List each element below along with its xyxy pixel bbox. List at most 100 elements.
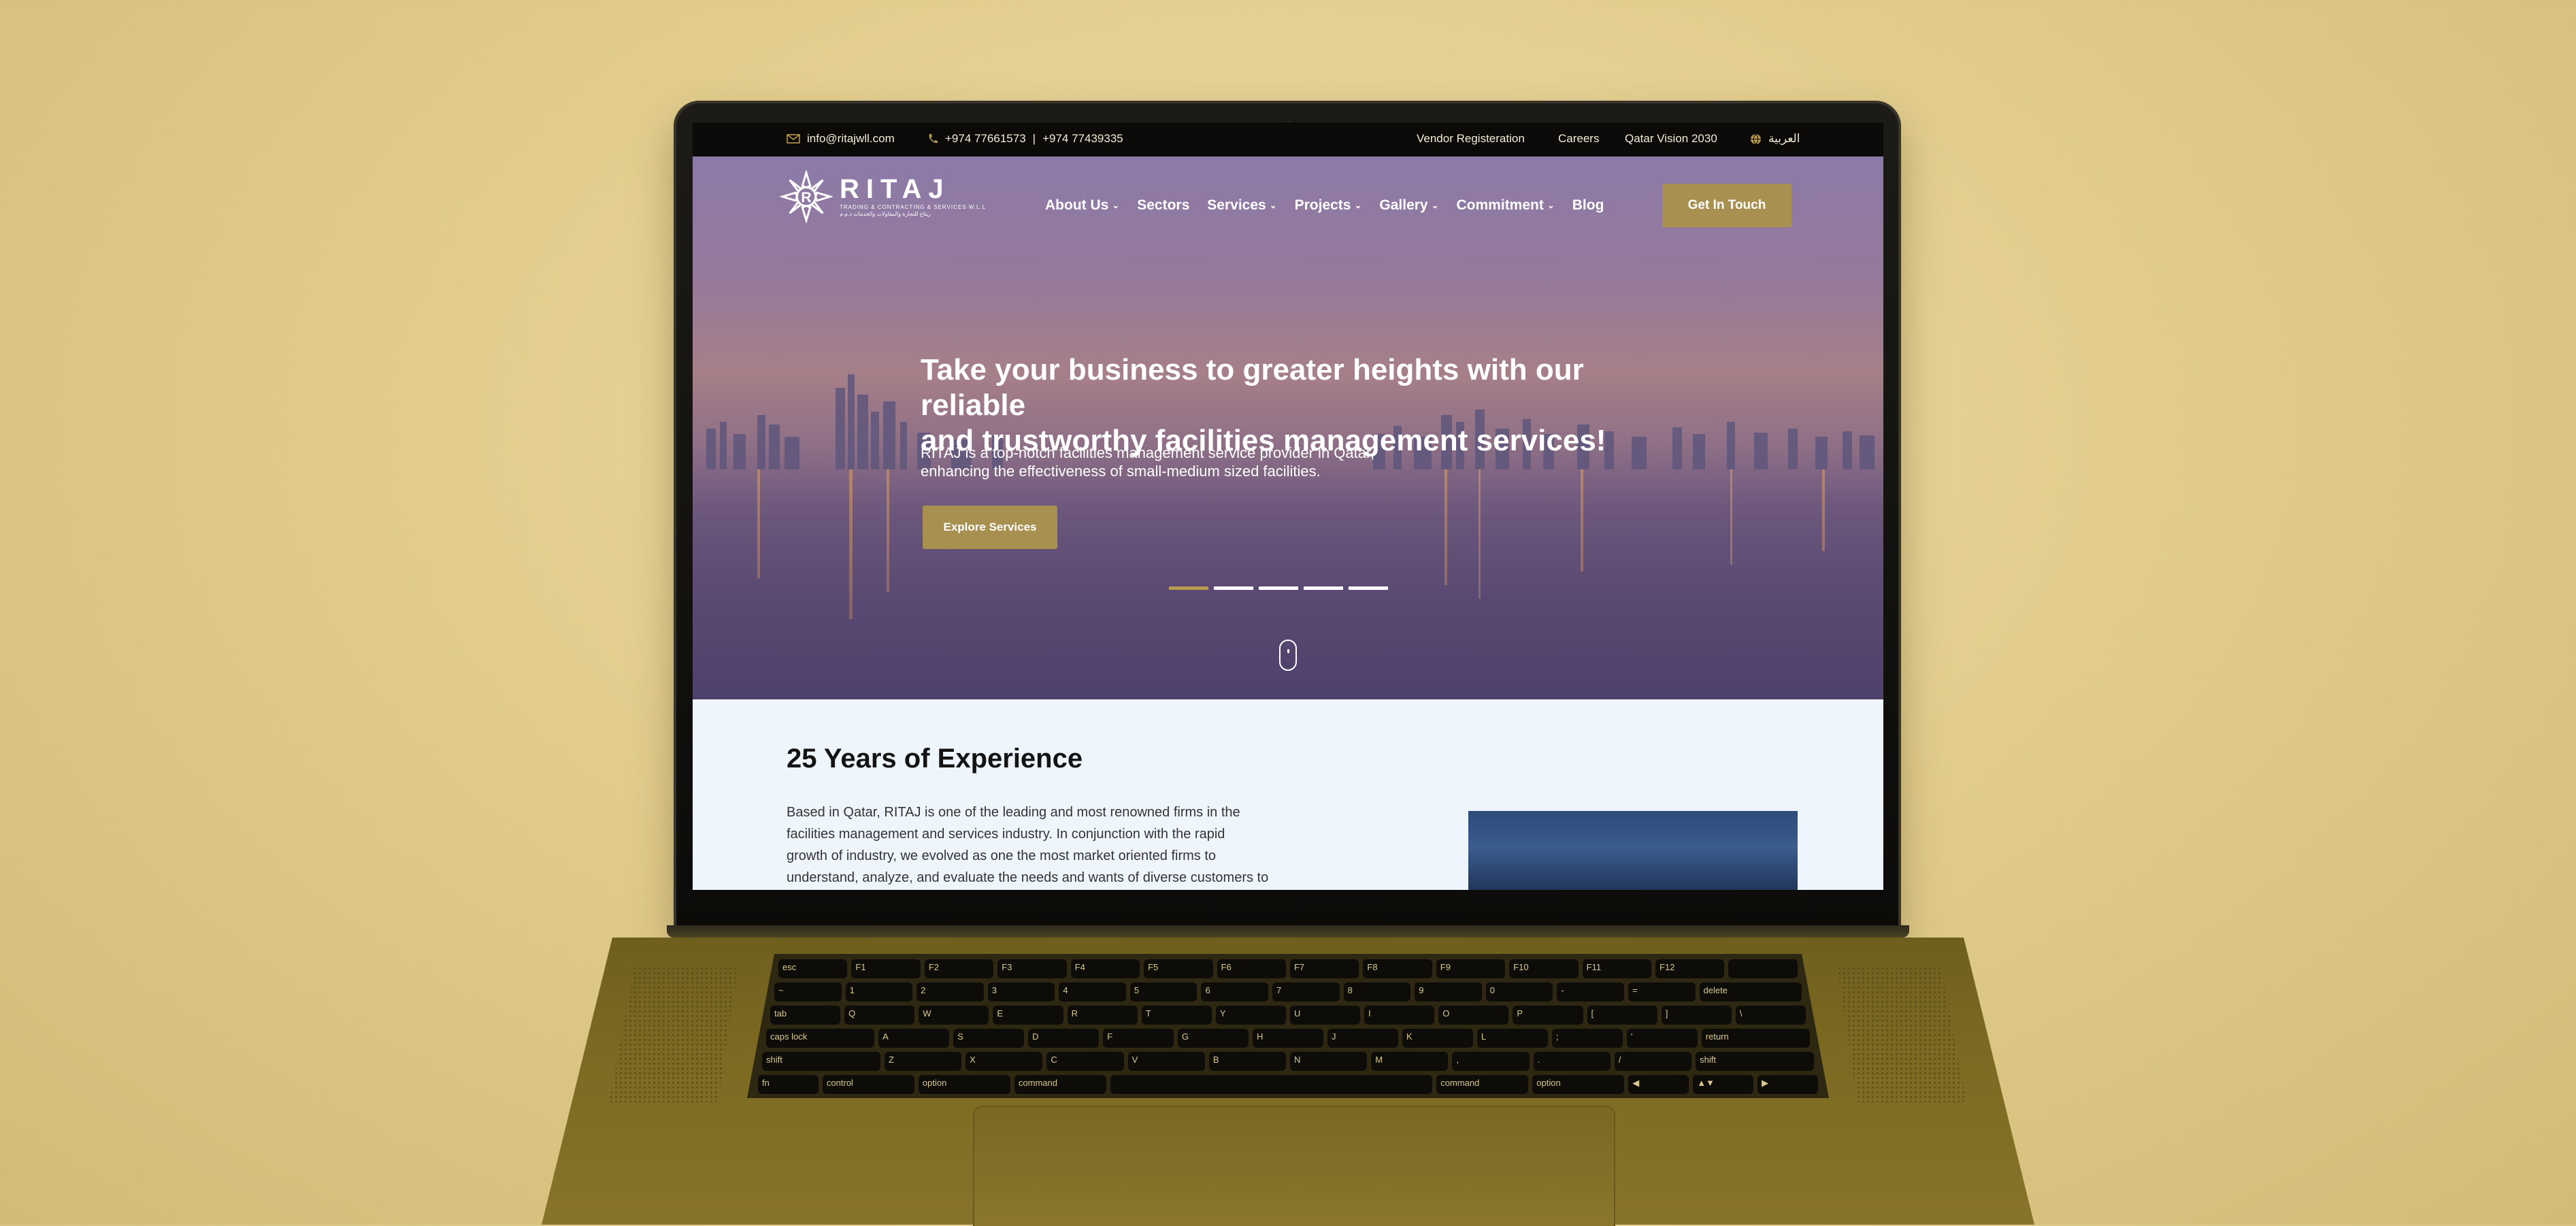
keyboard-key[interactable]: F4 [1070,959,1140,978]
keyboard-key[interactable]: ' [1626,1029,1698,1048]
keyboard-key[interactable] [1110,1075,1433,1094]
keyboard-key[interactable]: 1 [845,982,913,1001]
keyboard-key[interactable]: F12 [1655,959,1725,978]
keyboard-key[interactable]: A [878,1029,950,1048]
keyboard-key[interactable]: 2 [917,982,984,1001]
keyboard-key[interactable]: T [1141,1006,1212,1025]
nav-item-gallery[interactable]: Gallery ⌄ [1379,197,1438,214]
topbar-link-careers[interactable]: Careers [1558,132,1599,146]
keyboard-key[interactable]: - [1557,982,1624,1001]
nav-label[interactable]: Commitment [1457,197,1544,213]
keyboard-key[interactable]: ; [1551,1029,1623,1048]
explore-services-button[interactable]: Explore Services [923,506,1057,549]
phone-1[interactable]: +974 77661573 [945,132,1026,146]
keyboard-key[interactable] [1728,959,1798,978]
keyboard-key[interactable]: [ [1587,1006,1657,1025]
keyboard-key[interactable]: , [1452,1052,1530,1071]
keyboard-key[interactable]: N [1290,1052,1368,1071]
keyboard-key[interactable]: F6 [1217,959,1286,978]
vendor-link-label[interactable]: Vendor Registeration [1417,132,1525,146]
nav-label[interactable]: Projects [1295,197,1351,213]
keyboard-key[interactable]: W [919,1006,989,1025]
keyboard-key[interactable]: \ [1735,1006,1806,1025]
topbar-link-vendor[interactable]: Vendor Registeration [1417,132,1525,146]
nav-label[interactable]: Services [1207,197,1266,213]
keyboard-key[interactable]: ▶ [1757,1075,1818,1094]
slider-dot[interactable] [1259,586,1298,590]
keyboard-key[interactable]: F10 [1509,959,1579,978]
vision-link-label[interactable]: Qatar Vision 2030 [1625,132,1717,146]
keyboard-key[interactable]: F2 [924,959,994,978]
keyboard-key[interactable]: F8 [1363,959,1432,978]
keyboard-key[interactable]: V [1127,1052,1205,1071]
keyboard-key[interactable]: Z [884,1052,962,1071]
keyboard-key[interactable]: . [1533,1052,1611,1071]
keyboard-key[interactable]: R [1067,1006,1138,1025]
keyboard-key[interactable]: return [1701,1029,1810,1048]
nav-item-commitment[interactable]: Commitment ⌄ [1457,197,1555,214]
keyboard-key[interactable]: F [1103,1029,1174,1048]
keyboard-key[interactable]: M [1371,1052,1449,1071]
keyboard-key[interactable]: 4 [1059,982,1126,1001]
keyboard-key[interactable]: shift [762,1052,880,1071]
keyboard-key[interactable]: ~ [774,982,842,1001]
get-in-touch-button[interactable]: Get In Touch [1662,184,1791,227]
language-switch[interactable]: العربية [1750,132,1800,146]
nav-item-sectors[interactable]: Sectors [1137,197,1189,214]
careers-link-label[interactable]: Careers [1558,132,1599,146]
keyboard-key[interactable]: esc [778,959,848,978]
nav-label[interactable]: Blog [1572,197,1604,213]
keyboard-key[interactable]: I [1364,1006,1435,1025]
keyboard-key[interactable]: J [1327,1029,1398,1048]
nav-item-services[interactable]: Services ⌄ [1207,197,1276,214]
keyboard-key[interactable]: 3 [987,982,1055,1001]
keyboard-key[interactable]: 8 [1343,982,1411,1001]
keyboard-key[interactable]: control [822,1075,914,1094]
keyboard-key[interactable]: L [1476,1029,1548,1048]
trackpad[interactable] [973,1106,1615,1226]
keyboard-key[interactable]: F7 [1289,959,1359,978]
language-label[interactable]: العربية [1768,132,1800,146]
slider-dot[interactable] [1169,586,1208,590]
keyboard-key[interactable]: command [1014,1075,1106,1094]
nav-item-projects[interactable]: Projects ⌄ [1295,197,1362,214]
keyboard-key[interactable]: ◀ [1628,1075,1689,1094]
nav-item-about-us[interactable]: About Us ⌄ [1045,197,1119,214]
keyboard-key[interactable]: option [1532,1075,1625,1094]
keyboard-key[interactable]: = [1628,982,1696,1001]
keyboard-key[interactable]: ] [1661,1006,1732,1025]
keyboard-key[interactable]: shift [1696,1052,1815,1071]
keyboard-key[interactable]: F3 [997,959,1067,978]
nav-label[interactable]: About Us [1045,197,1108,213]
phone-contact[interactable]: +974 77661573 | +974 77439335 [927,132,1123,146]
keyboard-key[interactable]: command [1436,1075,1529,1094]
keyboard-key[interactable]: / [1614,1052,1692,1071]
keyboard-key[interactable]: F9 [1436,959,1506,978]
keyboard-key[interactable]: 9 [1415,982,1482,1001]
keyboard-key[interactable]: B [1208,1052,1287,1071]
keyboard-key[interactable]: 5 [1129,982,1198,1001]
keyboard-key[interactable]: X [965,1052,1043,1071]
keyboard-key[interactable]: Y [1215,1006,1286,1025]
keyboard-key[interactable]: 6 [1201,982,1269,1001]
email-contact[interactable]: info@ritajwll.com [787,132,895,146]
phone-2[interactable]: +974 77439335 [1042,132,1123,146]
topbar-link-vision[interactable]: Qatar Vision 2030 [1625,132,1717,146]
keyboard-key[interactable]: tab [770,1006,841,1025]
keyboard-key[interactable]: option [918,1075,1010,1094]
email-text[interactable]: info@ritajwll.com [807,132,895,146]
keyboard-key[interactable]: U [1289,1006,1361,1025]
keyboard-key[interactable]: Q [844,1006,915,1025]
keyboard-key[interactable]: S [953,1029,1025,1048]
nav-label[interactable]: Gallery [1379,197,1427,213]
keyboard-key[interactable]: D [1028,1029,1100,1048]
keyboard-key[interactable]: F11 [1582,959,1652,978]
keyboard-key[interactable]: E [993,1006,1063,1025]
nav-label[interactable]: Sectors [1137,197,1189,213]
keyboard-key[interactable]: 0 [1485,982,1553,1001]
keyboard-key[interactable]: P [1513,1006,1583,1025]
keyboard-key[interactable]: ▲▼ [1693,1075,1754,1094]
slider-dot[interactable] [1304,586,1343,590]
keyboard-key[interactable]: delete [1699,982,1802,1001]
keyboard-key[interactable]: C [1046,1052,1124,1071]
